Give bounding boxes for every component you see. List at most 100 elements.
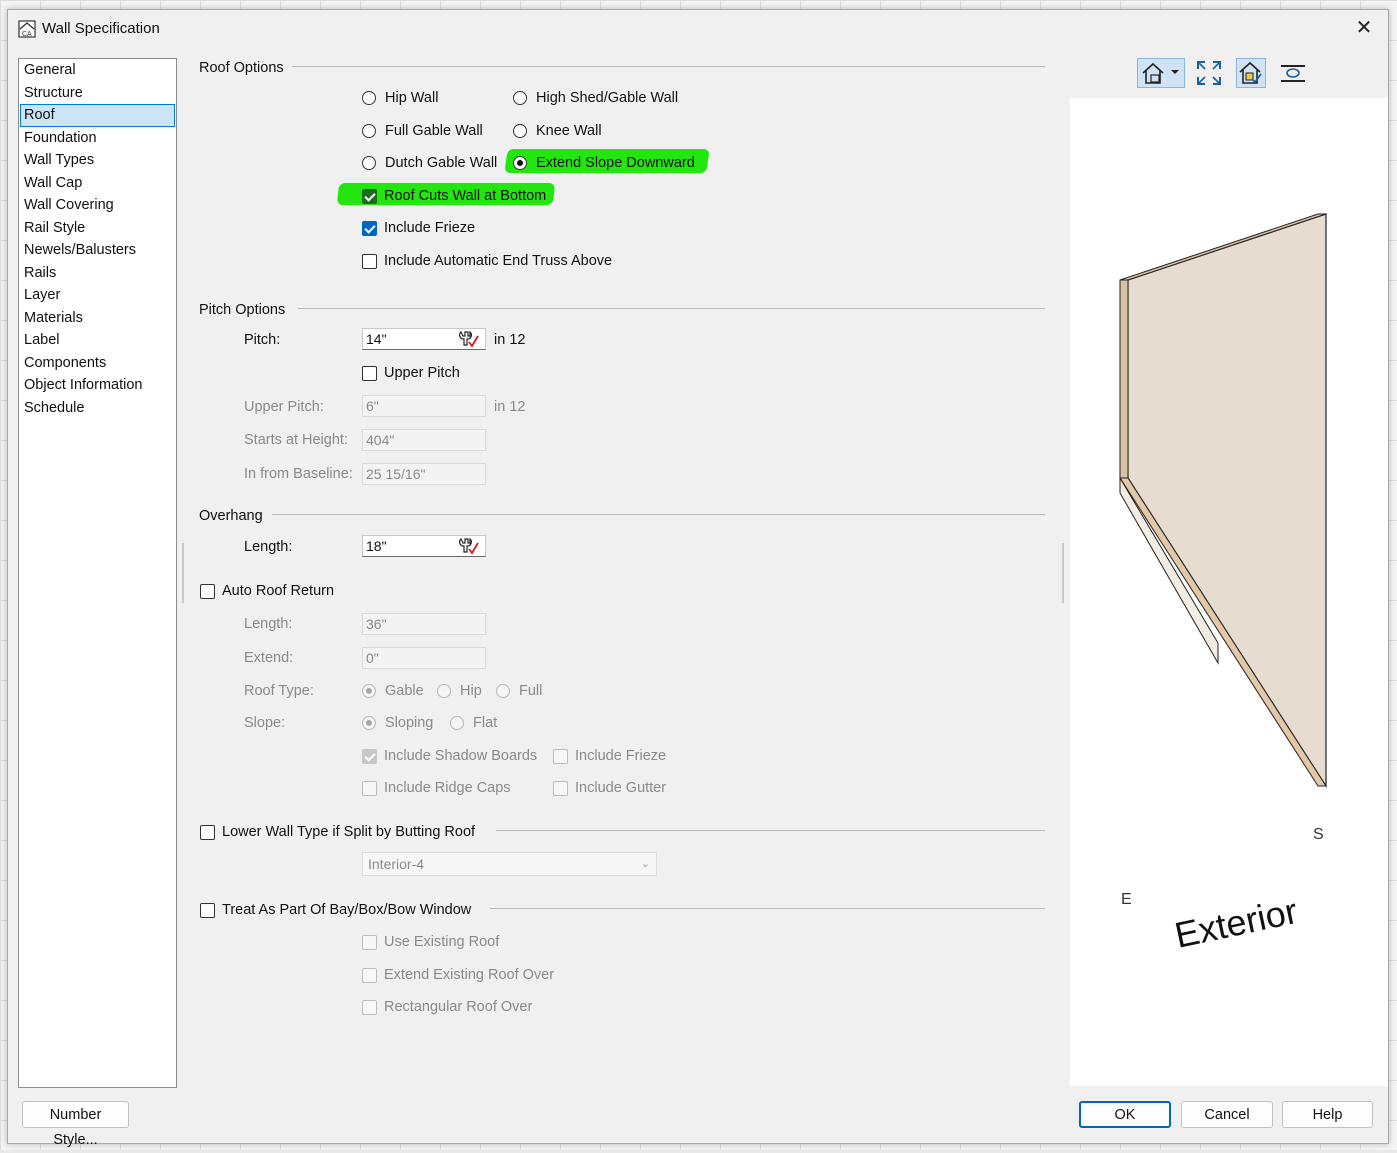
nav-item-schedule[interactable]: Schedule [19,397,176,420]
nav-item-newels-balusters[interactable]: Newels/Balusters [19,239,176,262]
full-gable-wall-radio[interactable]: Full Gable Wall [362,123,483,139]
lower-wall-type-select[interactable]: Interior-4 ⌄ [362,852,657,876]
auto-roof-return-checkbox[interactable]: Auto Roof Return [200,583,334,599]
include-automatic-end-truss-label: Include Automatic End Truss Above [384,253,613,269]
rectangular-roof-over-checkbox[interactable]: Rectangular Roof Over [362,999,532,1015]
category-list[interactable]: General Structure Roof Foundation Wall Types… [18,58,177,1088]
checkbox-indicator [362,748,377,764]
treat-as-bay-window-label: Treat As Part Of Bay/Box/Bow Window [222,902,472,918]
checkbox-indicator [200,583,215,599]
return-extend-label: Extend: [244,650,294,666]
flat-label: Flat [473,715,498,731]
nav-item-general[interactable]: General [19,59,176,82]
wall-face [1127,213,1327,789]
upper-pitch-input[interactable] [362,395,486,417]
formula-wrench-icon[interactable] [457,536,479,556]
extend-existing-roof-label: Extend Existing Roof Over [384,967,555,983]
include-frieze-checkbox[interactable]: Include Frieze [362,220,475,236]
roof-type-full-radio[interactable]: Full [496,683,542,699]
left-splitter-handle[interactable] [182,543,184,603]
roof-cuts-wall-at-bottom-checkbox[interactable]: Roof Cuts Wall at Bottom [362,188,546,204]
roof-type-gable-radio[interactable]: Gable [362,683,424,699]
checkbox-indicator [362,253,377,269]
knee-wall-radio[interactable]: Knee Wall [513,123,602,139]
radio-indicator [437,684,451,698]
starts-at-height-input[interactable] [362,429,486,451]
include-shadow-boards-checkbox[interactable]: Include Shadow Boards [362,748,537,764]
checkbox-indicator [362,220,377,236]
slope-flat-radio[interactable]: Flat [450,715,497,731]
checkbox-indicator [200,902,215,918]
cancel-button[interactable]: Cancel [1181,1101,1273,1128]
checkbox-indicator [362,999,377,1015]
nav-item-roof[interactable]: Roof [20,104,175,127]
nav-item-structure[interactable]: Structure [19,82,176,105]
nav-item-wall-covering[interactable]: Wall Covering [19,194,176,217]
radio-indicator [362,716,376,730]
hip-wall-radio[interactable]: Hip Wall [362,90,438,106]
ok-button[interactable]: OK [1079,1101,1171,1128]
preview-mode-button[interactable] [1236,58,1266,88]
dutch-gable-wall-label: Dutch Gable Wall [385,155,498,171]
nav-item-materials[interactable]: Materials [19,307,176,330]
chevron-down-icon: ⌄ [640,858,650,870]
lower-wall-type-value: Interior-4 [368,856,425,872]
extend-slope-downward-radio[interactable]: Extend Slope Downward [513,155,695,171]
rotate-view-button[interactable] [1278,58,1308,88]
hip-label: Hip [460,683,482,699]
use-existing-roof-checkbox[interactable]: Use Existing Roof [362,934,499,950]
extend-existing-roof-over-checkbox[interactable]: Extend Existing Roof Over [362,967,554,983]
return-length-label: Length: [244,616,293,632]
include-automatic-end-truss-checkbox[interactable]: Include Automatic End Truss Above [362,253,612,269]
radio-indicator [362,684,376,698]
formula-wrench-icon[interactable] [457,329,479,349]
high-shed-gable-wall-radio[interactable]: High Shed/Gable Wall [513,90,678,106]
checkbox-indicator [362,365,377,381]
number-style-button[interactable]: Number Style... [22,1101,129,1148]
return-extend-input[interactable] [362,647,486,669]
nav-item-foundation[interactable]: Foundation [19,127,176,150]
return-length-input[interactable] [362,613,486,635]
nav-item-rail-style[interactable]: Rail Style [19,217,176,240]
lower-wall-type-checkbox[interactable]: Lower Wall Type if Split by Butting Roof [200,824,475,840]
slope-sloping-radio[interactable]: Sloping [362,715,433,731]
upper-pitch-unit-label: in 12 [494,399,526,415]
camera-view-dropdown[interactable] [1137,58,1185,88]
right-splitter-handle[interactable] [1062,543,1064,603]
nav-item-rails[interactable]: Rails [19,262,176,285]
upper-pitch-checkbox[interactable]: Upper Pitch [362,365,460,381]
compass-e-label: E [1121,891,1132,908]
compass-s-label: S [1313,826,1324,843]
nav-item-object-information[interactable]: Object Information [19,374,176,397]
rotate-icon [1281,65,1305,82]
close-icon[interactable]: ✕ [1352,16,1376,40]
pitch-unit-label: in 12 [494,332,526,348]
3d-preview-panel[interactable]: S E Exterior [1070,98,1388,1086]
fill-window-button[interactable] [1194,58,1224,88]
radio-indicator [362,124,376,138]
treat-as-bay-window-checkbox[interactable]: Treat As Part Of Bay/Box/Bow Window [200,902,471,918]
help-button[interactable]: Help [1282,1101,1373,1128]
lower-wall-type-label: Lower Wall Type if Split by Butting Roof [222,824,476,840]
upper-pitch-check-label: Upper Pitch [384,365,460,381]
overhang-divider [272,514,1045,515]
nav-item-label[interactable]: Label [19,329,176,352]
dutch-gable-wall-radio[interactable]: Dutch Gable Wall [362,155,497,171]
include-gutter-label: Include Gutter [575,780,667,796]
include-gutter-checkbox[interactable]: Include Gutter [553,780,666,796]
include-ridge-caps-checkbox[interactable]: Include Ridge Caps [362,780,511,796]
radio-indicator [513,124,527,138]
nav-item-wall-cap[interactable]: Wall Cap [19,172,176,195]
checkbox-indicator [200,824,215,840]
high-shed-gable-wall-label: High Shed/Gable Wall [536,90,679,106]
roof-type-hip-radio[interactable]: Hip [437,683,482,699]
nav-item-wall-types[interactable]: Wall Types [19,149,176,172]
nav-item-layer[interactable]: Layer [19,284,176,307]
nav-item-components[interactable]: Components [19,352,176,375]
return-include-frieze-checkbox[interactable]: Include Frieze [553,748,666,764]
rectangular-roof-over-label: Rectangular Roof Over [384,999,533,1015]
in-from-baseline-input[interactable] [362,463,486,485]
extend-slope-downward-label: Extend Slope Downward [536,155,695,171]
checkbox-indicator [362,188,377,204]
checkbox-indicator [553,780,568,796]
